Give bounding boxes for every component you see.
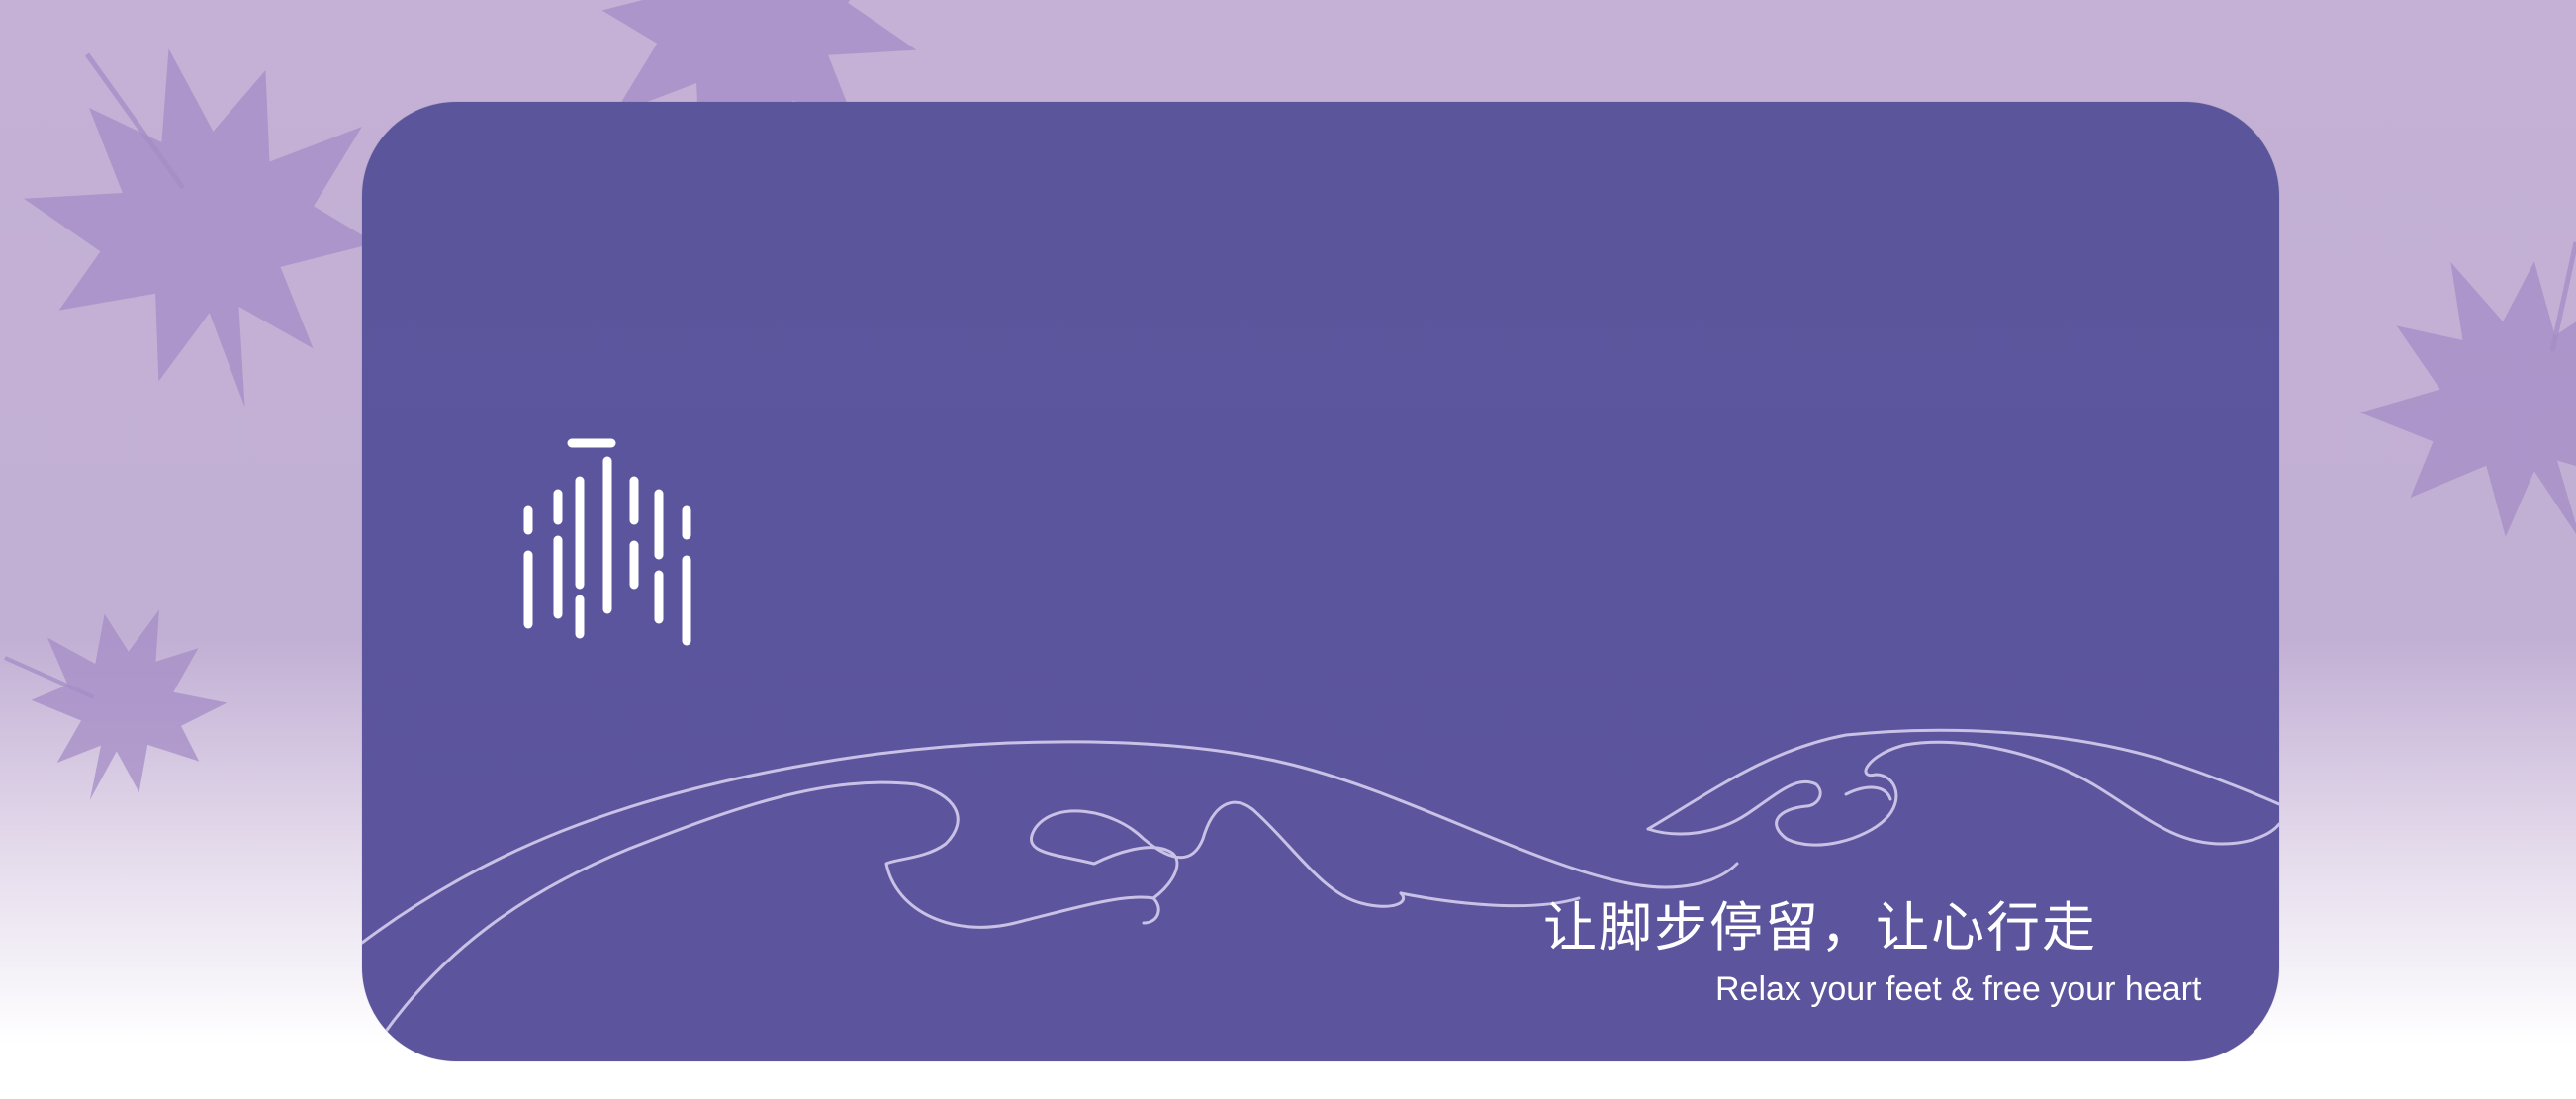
wave-right-tip bbox=[1844, 785, 1892, 801]
wave-right-outer bbox=[1646, 728, 2279, 831]
card: 让脚步停留，让心行走 Relax your feet & free your h… bbox=[362, 102, 2279, 1061]
wave-right-curl bbox=[1646, 740, 2279, 847]
wave-curl-middle bbox=[1030, 800, 1405, 908]
slogan-english: Relax your feet & free your heart bbox=[1715, 970, 2202, 1008]
maple-leaf-icon bbox=[0, 577, 249, 833]
slogan-chinese: 让脚步停留，让心行走 bbox=[1543, 896, 2097, 959]
wave-line-outer bbox=[362, 740, 1739, 945]
maple-leaf-icon bbox=[2318, 200, 2576, 603]
maple-leaf-icon bbox=[0, 12, 414, 443]
bamboo-rain-logo-icon bbox=[523, 438, 691, 646]
